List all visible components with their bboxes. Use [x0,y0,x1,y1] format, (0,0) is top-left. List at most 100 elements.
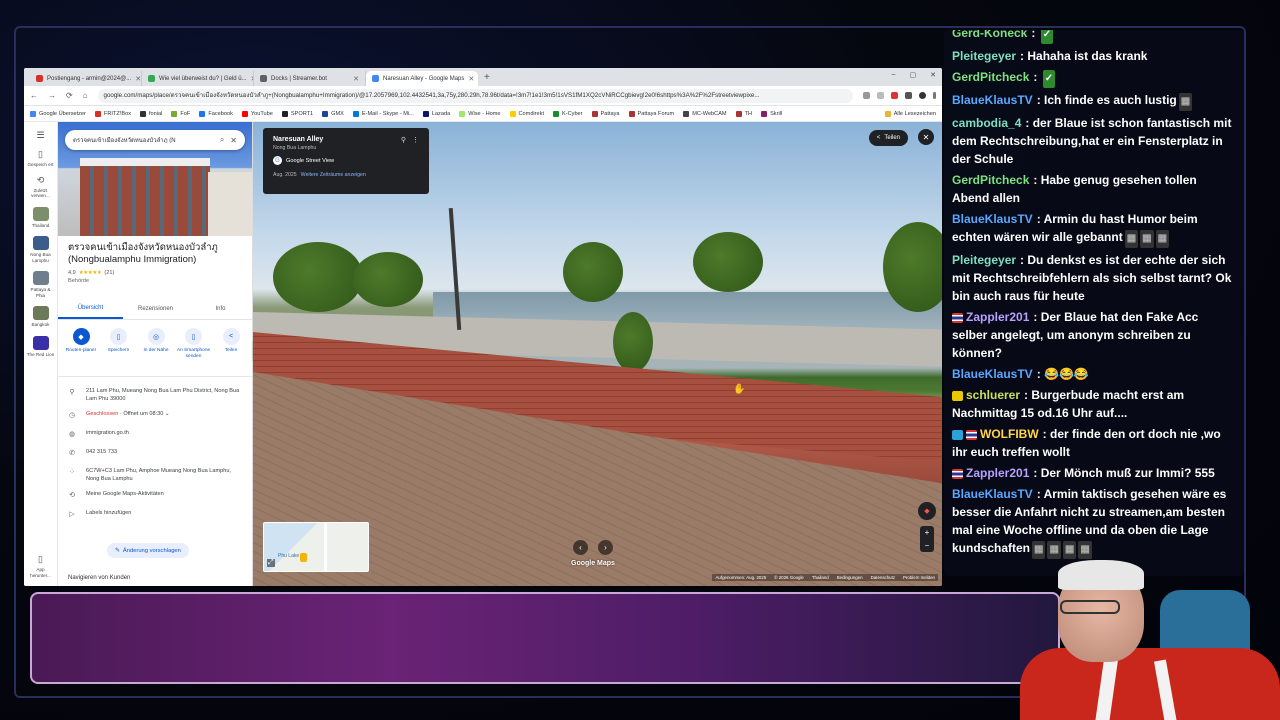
bookmark-item[interactable]: Pattaya Forum [628,110,674,117]
nearby-button[interactable]: ◎ In der Nähe [139,328,173,360]
bookmark-item[interactable]: Wise - Home [459,110,501,117]
extension-icon[interactable] [863,92,870,99]
extension-icon[interactable] [891,92,898,99]
close-tab-icon[interactable]: ✕ [353,75,359,83]
share-label: Teilen [884,135,900,141]
zoom-out-button[interactable]: − [925,541,930,550]
new-tab-button[interactable]: + [478,72,496,83]
bookmark-item[interactable]: GMX [322,110,344,117]
emote-icon: ✓ [1042,70,1056,88]
compass-icon[interactable]: ◆ [918,502,936,520]
bookmark-item[interactable]: SPORT1 [281,110,313,117]
tab-info[interactable]: Info [188,298,252,319]
rail-recent-place[interactable]: The Red Lion [26,335,56,358]
location-pin-icon[interactable]: ⚲ [401,136,406,144]
bookmark-item[interactable]: YouTube [241,110,273,117]
footer-privacy[interactable]: Datenschutz [871,575,895,580]
hours-row[interactable]: ◷ Geschlossen · Öffnet um 08:30 ⌄ [58,407,252,426]
menu-icon[interactable]: ☰ [26,130,56,141]
bookmark-star-icon[interactable] [877,92,884,99]
browser-tab[interactable]: Wie viel überweist du? | Geld ü...✕ [142,71,254,86]
close-icon[interactable]: ✕ [230,136,237,145]
place-thumbnail [32,271,49,286]
directions-icon: ◆ [72,328,90,345]
minimap[interactable]: Phu Lake ⤢ [263,522,369,572]
bookmark-item[interactable]: Facebook [199,110,233,117]
phone-row[interactable]: ✆ 042 315 733 [58,445,252,464]
rail-saved[interactable]: ▯ Gespeich ert [26,149,56,167]
chevron-down-icon[interactable]: ⌄ [165,411,170,417]
send-to-phone-button[interactable]: ▯ An Smartphone senden [177,328,211,360]
rail-label: Pattaya & Phia [30,287,51,298]
bookmark-item[interactable]: Google Übersetzer [30,110,86,117]
rail-recent-place[interactable]: Bangkok [26,306,56,328]
menu-icon[interactable] [933,92,936,99]
zoom-controls: + − [920,526,934,552]
pluscode-row[interactable]: ⁘ 6C7W+C3 Lam Phu, Amphoe Mueang Nong Bua… [58,464,252,487]
more-options-icon[interactable]: ⋮ [412,136,419,144]
bookmark-item[interactable]: E-Mail - Skype - Mi... [352,110,414,117]
save-button[interactable]: ▯ Speichern [102,328,136,360]
rail-recent[interactable]: ⟲ Zuletzt verwen... [26,175,56,199]
chat-text: 😂😂😂 [1044,367,1089,381]
forward-icon[interactable]: → [48,91,56,100]
share-button[interactable]: < Teilen [214,328,248,360]
maximize-button[interactable]: ▢ [910,71,917,79]
footer-report[interactable]: Problem melden [903,575,935,580]
bookmark-item[interactable]: FoF [171,110,190,117]
phone-call-icon: ✆ [69,450,75,458]
share-icon: < [876,135,881,141]
footer-terms[interactable]: Bedingungen [837,575,863,580]
tab-reviews[interactable]: Rezensionen [123,298,188,319]
activity-row[interactable]: ⟲ Meine Google Maps-Aktivitäten [58,487,252,506]
search-input[interactable] [73,137,214,143]
rail-recent-place[interactable]: Nong Bua Lamphu [26,236,56,263]
suggest-edit-button[interactable]: ✎ Änderung vorschlagen [107,543,189,558]
website-row[interactable]: ◍ immigration.go.th [58,426,252,445]
bookmark-item[interactable]: fonial [140,110,162,117]
arrow-left-icon[interactable]: ‹ [573,540,588,555]
tab-overview[interactable]: Übersicht [58,298,123,319]
place-category[interactable]: Behörde [68,278,243,284]
profile-avatar[interactable] [919,92,926,99]
home-icon[interactable]: ⌂ [83,91,88,100]
rail-recent-place[interactable]: Thailand [26,206,56,229]
close-tab-icon[interactable]: ✕ [135,75,141,83]
bookmark-item[interactable]: K-Cyber [553,110,583,117]
reload-icon[interactable]: ⟳ [66,91,73,100]
search-icon[interactable]: ⌕ [220,135,224,145]
close-tab-icon[interactable]: ✕ [468,75,474,83]
browser-tab[interactable]: Docks | Streamer.bot ✕ [254,71,366,86]
bookmark-item[interactable]: Pattaya [591,110,620,117]
bookmark-item[interactable]: Skrill [761,110,782,117]
bookmark-item[interactable]: Lazada [422,110,450,117]
browser-tab[interactable]: Postiengang - armin@2024@... ✕ [30,71,142,86]
bookmark-item[interactable]: MC-WebCAM [683,110,727,117]
bookmark-item[interactable]: FRITZ!Box [94,110,131,117]
arrow-right-icon[interactable]: › [598,540,613,555]
close-streetview-button[interactable]: ✕ [918,129,934,145]
bookmark-item[interactable]: Comdirekt [509,110,544,117]
share-button[interactable]: < Teilen [868,130,908,146]
address-row[interactable]: ⚲ 211 Lam Phu, Mueang Nong Bua Lam Phu Di… [58,384,252,407]
browser-tab-active[interactable]: Naresuan Alley - Google Maps ✕ [366,71,478,86]
bookmark-item[interactable]: TH [735,110,752,117]
street-view[interactable]: ✋ Naresuan Alley Nong Bua Lamphu G Google… [253,122,942,586]
expand-icon[interactable]: ⤢ [267,559,275,567]
labels-row[interactable]: ▷ Labels hinzufügen [58,506,252,525]
chat-username: schluerer [966,388,1021,402]
minimize-button[interactable]: – [892,71,896,79]
close-window-button[interactable]: ✕ [930,71,936,79]
back-icon[interactable]: ← [30,91,38,100]
footer-country[interactable]: Thailand [812,575,829,580]
rail-download-app[interactable]: ▯ App herunter... [26,554,56,578]
more-dates-link[interactable]: Weitere Zeiträume anzeigen [301,172,366,178]
search-box: ⌕ ✕ [65,130,245,150]
all-bookmarks[interactable]: Alle Lesezeichen [884,110,936,117]
rail-recent-place[interactable]: Pattaya & Phia [26,271,56,298]
extension-icon[interactable] [905,92,912,99]
zoom-in-button[interactable]: + [925,528,930,537]
url-field[interactable]: google.com/maps/place/ตรวจคนเข้าเมืองจัง… [97,88,853,103]
directions-button[interactable]: ◆ Routen-planer [64,328,98,360]
review-count[interactable]: (21) [104,270,114,276]
